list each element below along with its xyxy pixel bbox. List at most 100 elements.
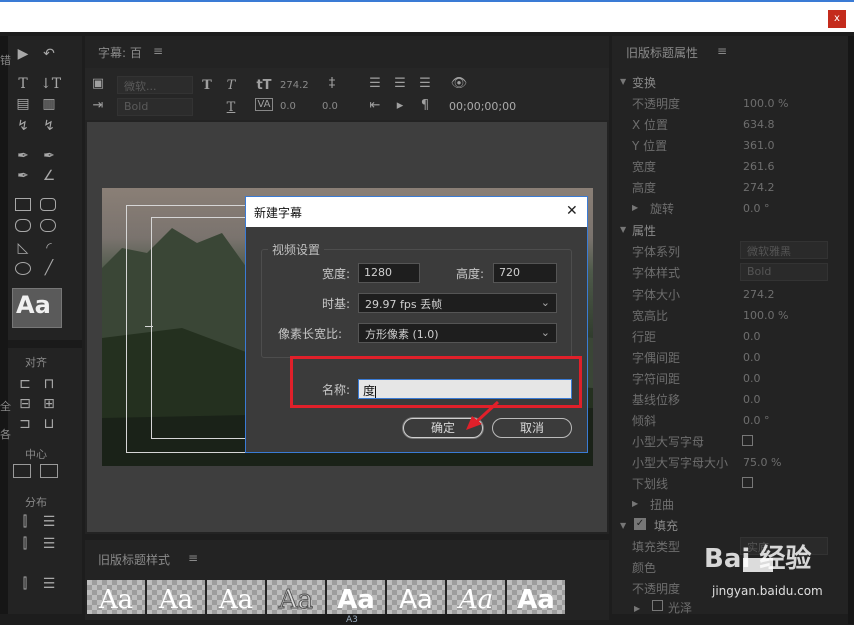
- font-size-value[interactable]: 274.2: [280, 80, 309, 91]
- style-tile[interactable]: Aa: [387, 580, 445, 615]
- path-type-tool-icon[interactable]: ↯: [14, 118, 32, 134]
- delete-anchor-tool-icon[interactable]: ✒: [40, 148, 58, 164]
- rotation-tool-icon[interactable]: ↶: [40, 46, 58, 62]
- timebase-select[interactable]: 29.97 fps 丢帧 ⌄: [358, 293, 557, 313]
- style-tile[interactable]: Aa: [147, 580, 205, 615]
- pen-tool-icon[interactable]: ✒: [14, 148, 32, 164]
- align-center-v-icon[interactable]: ⊞: [40, 396, 58, 412]
- distribute-center-h-icon[interactable]: ⫿: [16, 536, 34, 552]
- distribute-center-v-icon[interactable]: ☰: [40, 536, 58, 552]
- style-tile[interactable]: Aa: [447, 580, 505, 615]
- font-style-select[interactable]: Bold: [117, 98, 193, 116]
- prop-font-size-value[interactable]: 274.2: [743, 288, 775, 301]
- background-video-icon[interactable]: ▣: [90, 76, 106, 91]
- font-family-select[interactable]: 微软...: [117, 76, 193, 94]
- window-close-button[interactable]: x: [828, 10, 846, 28]
- height-input[interactable]: 720: [493, 263, 557, 283]
- style-tile[interactable]: Aa: [267, 580, 325, 616]
- center-horizontal-icon[interactable]: [13, 464, 31, 478]
- wedge-tool-icon[interactable]: ◺: [14, 240, 32, 256]
- align-bottom-icon[interactable]: ⊔: [40, 416, 58, 432]
- prop-aspect-value[interactable]: 100.0 %: [743, 309, 788, 322]
- rotation-expand-icon[interactable]: ▶: [632, 203, 638, 212]
- styles-panel-menu-icon[interactable]: ≡: [188, 551, 198, 565]
- show-video-icon[interactable]: 👁: [450, 76, 468, 91]
- rounded-rect-tool-icon[interactable]: [40, 198, 56, 211]
- dialog-close-icon[interactable]: ✕: [566, 203, 578, 219]
- align-left-icon[interactable]: ⊏: [16, 376, 34, 392]
- style-tile[interactable]: Aa: [507, 580, 565, 615]
- rounded-rect2-tool-icon[interactable]: [40, 219, 56, 232]
- selection-tool-icon[interactable]: ▶: [14, 46, 32, 62]
- width-input[interactable]: 1280: [358, 263, 420, 283]
- prop-slant-value[interactable]: 0.0 °: [743, 414, 770, 427]
- underline-icon[interactable]: T: [224, 100, 238, 115]
- attributes-expand-icon[interactable]: ▼: [620, 225, 626, 234]
- gloss-checkbox[interactable]: [652, 600, 663, 611]
- paragraph-icon[interactable]: ¶: [417, 98, 433, 113]
- transform-expand-icon[interactable]: ▼: [620, 77, 626, 86]
- kerning-value[interactable]: 0.0: [280, 101, 296, 112]
- leading-icon[interactable]: ‡: [324, 76, 340, 91]
- prop-tracking-value[interactable]: 0.0: [743, 372, 761, 385]
- arc-tool-icon[interactable]: ◜: [40, 240, 58, 256]
- ellipse-tool-icon[interactable]: [15, 262, 31, 275]
- type-tool-icon[interactable]: T: [14, 76, 32, 92]
- italic-icon[interactable]: T: [224, 78, 238, 93]
- style-tile[interactable]: Aa: [327, 580, 385, 615]
- vertical-type-tool-icon[interactable]: ↓T: [40, 76, 61, 92]
- font-size-icon[interactable]: tT: [255, 78, 273, 93]
- align-right-icon[interactable]: ⊐: [16, 416, 34, 432]
- distribute-left-icon[interactable]: ⫿: [16, 514, 34, 530]
- distribute-right-icon[interactable]: ⫿: [16, 576, 34, 592]
- prop-height-value[interactable]: 274.2: [743, 181, 775, 194]
- distribute-top-icon[interactable]: ☰: [40, 514, 58, 530]
- vertical-area-type-tool-icon[interactable]: ▥: [40, 96, 58, 112]
- clipped-rect-tool-icon[interactable]: [15, 219, 31, 232]
- fill-expand-icon[interactable]: ▼: [620, 521, 626, 530]
- prop-font-family-select[interactable]: 微软雅黑: [740, 241, 828, 259]
- transform-section-label[interactable]: 变换: [632, 74, 656, 91]
- aspect-select[interactable]: 方形像素 (1.0) ⌄: [358, 323, 557, 343]
- cancel-button[interactable]: 取消: [492, 418, 572, 438]
- distort-expand-icon[interactable]: ▶: [632, 499, 638, 508]
- tracking-value[interactable]: 0.0: [322, 101, 338, 112]
- align-right-text-icon[interactable]: ☰: [417, 76, 433, 91]
- center-vertical-icon[interactable]: [40, 464, 58, 478]
- style-tile[interactable]: Aa: [87, 580, 145, 615]
- prop-font-style-select[interactable]: Bold: [740, 263, 828, 281]
- prop-opacity-value[interactable]: 100.0 %: [743, 97, 788, 110]
- prop-width-value[interactable]: 261.6: [743, 160, 775, 173]
- underline-checkbox[interactable]: [742, 477, 753, 488]
- style-tile[interactable]: Aa: [207, 580, 265, 615]
- area-type-tool-icon[interactable]: ▤: [14, 96, 32, 112]
- rectangle-tool-icon[interactable]: [15, 198, 31, 211]
- tab-icon[interactable]: ⇤: [367, 98, 383, 113]
- tab-stops-icon[interactable]: ⇥: [90, 98, 106, 113]
- attributes-section-label[interactable]: 属性: [632, 222, 656, 239]
- add-anchor-tool-icon[interactable]: ✒: [14, 168, 32, 184]
- align-left-text-icon[interactable]: ☰: [367, 76, 383, 91]
- align-center-text-icon[interactable]: ☰: [392, 76, 408, 91]
- timecode-value[interactable]: 00;00;00;00: [449, 100, 516, 113]
- prop-x-value[interactable]: 634.8: [743, 118, 775, 131]
- align-top-icon[interactable]: ⊓: [40, 376, 58, 392]
- fill-checkbox[interactable]: ✓: [634, 518, 646, 530]
- properties-panel-menu-icon[interactable]: ≡: [717, 44, 727, 58]
- prop-kerning-value[interactable]: 0.0: [743, 351, 761, 364]
- prop-y-value[interactable]: 361.0: [743, 139, 775, 152]
- convert-anchor-tool-icon[interactable]: ∠: [40, 168, 58, 184]
- prop-baseline-value[interactable]: 0.0: [743, 393, 761, 406]
- kerning-icon[interactable]: VA: [255, 98, 273, 111]
- bold-icon[interactable]: T: [200, 78, 214, 93]
- gloss-expand-icon[interactable]: ▶: [634, 604, 640, 613]
- prop-small-caps-size-value[interactable]: 75.0 %: [743, 456, 781, 469]
- roll-crawl-icon[interactable]: ▸: [392, 98, 408, 113]
- align-center-h-icon[interactable]: ⊟: [16, 396, 34, 412]
- caption-panel-menu-icon[interactable]: ≡: [153, 44, 163, 58]
- prop-rotation-value[interactable]: 0.0 °: [743, 202, 770, 215]
- small-caps-checkbox[interactable]: [742, 435, 753, 446]
- line-tool-icon[interactable]: ╱: [40, 260, 58, 276]
- vertical-path-type-tool-icon[interactable]: ↯: [40, 118, 58, 134]
- distribute-bottom-icon[interactable]: ☰: [40, 576, 58, 592]
